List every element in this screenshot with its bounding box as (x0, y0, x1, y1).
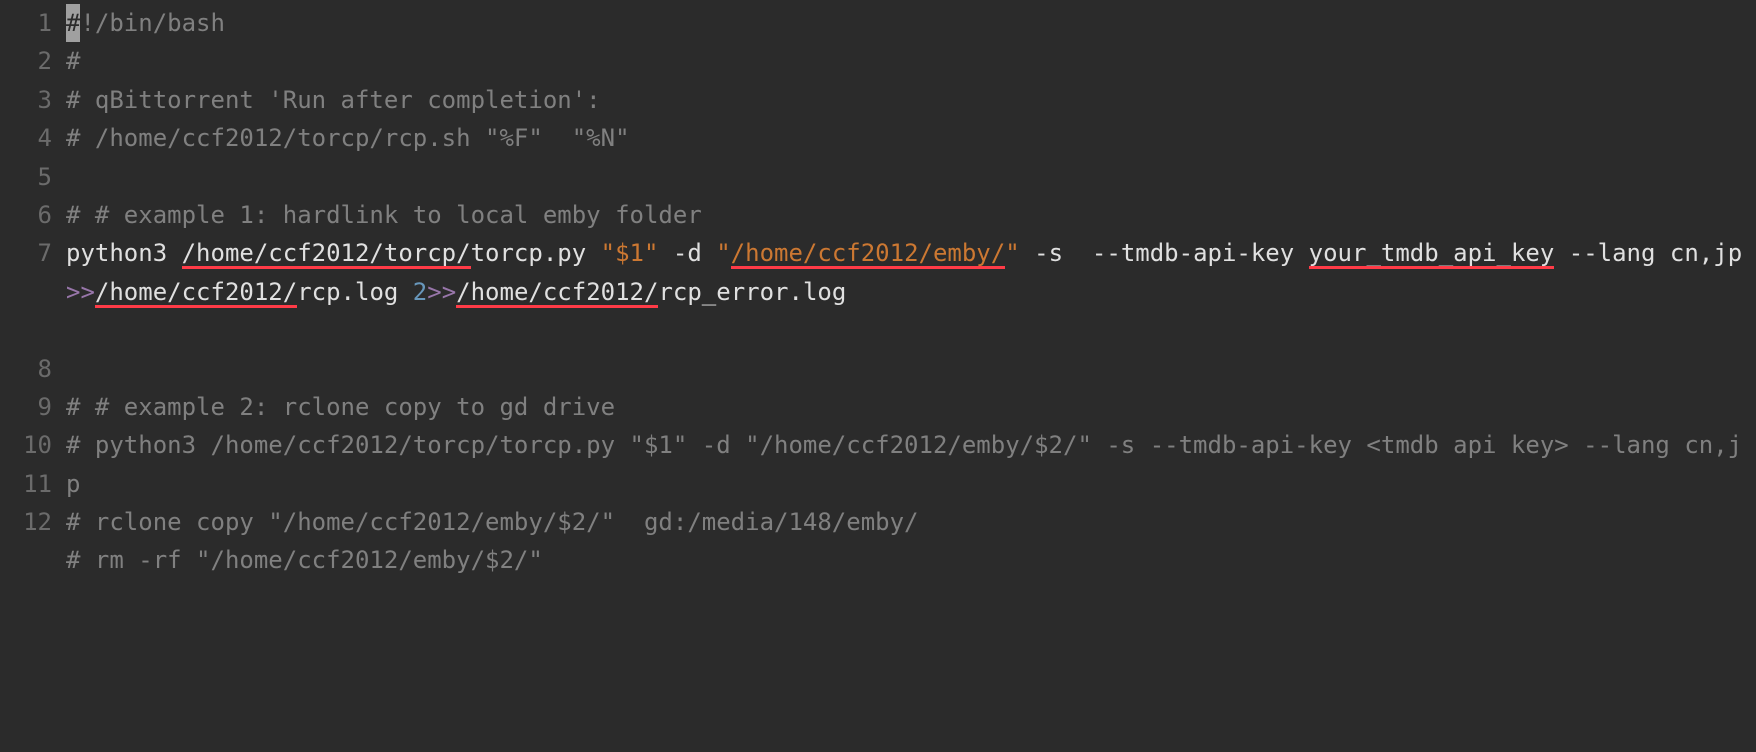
underlined-path: /home/ccf2012/ (456, 278, 658, 306)
log-file: rcp.log (297, 278, 413, 306)
line-number-gutter: 1 2 3 4 5 6 7 8 9 10 11 12 (0, 4, 66, 752)
line-number: 9 (0, 388, 52, 426)
comment-text: # # example 1: hardlink to local emby fo… (66, 201, 702, 229)
code-line[interactable] (66, 158, 1746, 196)
script-name: torcp.py (471, 239, 601, 267)
code-editor[interactable]: 1 2 3 4 5 6 7 8 9 10 11 12 #!/bin/bash #… (0, 0, 1756, 752)
command-token: python3 (66, 239, 182, 267)
log-file: rcp_error.log (658, 278, 846, 306)
comment-text: # /home/ccf2012/torcp/rcp.sh "%F" "%N" (66, 124, 630, 152)
string-quote: " (1005, 239, 1019, 267)
line-number: 1 (0, 4, 52, 42)
code-line[interactable]: python3 /home/ccf2012/torcp/torcp.py "$1… (66, 234, 1746, 349)
line-number (0, 273, 52, 311)
code-line[interactable] (66, 350, 1746, 388)
code-line[interactable]: # /home/ccf2012/torcp/rcp.sh "%F" "%N" (66, 119, 1746, 157)
code-line[interactable]: # # example 1: hardlink to local emby fo… (66, 196, 1746, 234)
comment-text: # rm -rf "/home/ccf2012/emby/$2/" (66, 546, 543, 574)
underlined-path: /home/ccf2012/ (95, 278, 297, 306)
flag-token: --tmdb-api-key (1077, 239, 1308, 267)
string-token: "$1" (601, 239, 659, 267)
line-number: 11 (0, 465, 52, 503)
code-line[interactable]: # # example 2: rclone copy to gd drive (66, 388, 1746, 426)
line-number: 2 (0, 42, 52, 80)
comment-text: # # example 2: rclone copy to gd drive (66, 393, 615, 421)
shebang-text: !/bin/bash (80, 9, 225, 37)
comment-text: # qBittorrent 'Run after completion': (66, 86, 601, 114)
line-number: 5 (0, 158, 52, 196)
code-area[interactable]: #!/bin/bash # # qBittorrent 'Run after c… (66, 4, 1756, 752)
redirect-op: >> (66, 278, 95, 306)
code-line[interactable]: #!/bin/bash (66, 4, 1746, 42)
underlined-apikey: your_tmdb_api_key (1309, 239, 1555, 267)
fd-number: 2 (413, 278, 427, 306)
comment-text: # python3 /home/ccf2012/torcp/torcp.py "… (66, 431, 1742, 497)
line-number: 7 (0, 234, 52, 272)
line-number: 6 (0, 196, 52, 234)
line-number: 10 (0, 426, 52, 464)
flag-token: --lang (1554, 239, 1670, 267)
line-number: 4 (0, 119, 52, 157)
line-number: 12 (0, 503, 52, 541)
code-line[interactable]: # rm -rf "/home/ccf2012/emby/$2/" (66, 541, 1746, 579)
arg-token: cn,jp (1670, 239, 1756, 267)
line-number (0, 311, 52, 349)
redirect-op: >> (427, 278, 456, 306)
underlined-path: /home/ccf2012/emby/ (731, 239, 1006, 267)
line-number: 8 (0, 350, 52, 388)
code-line[interactable]: # (66, 42, 1746, 80)
line-number: 3 (0, 81, 52, 119)
comment-text: # rclone copy "/home/ccf2012/emby/$2/" g… (66, 508, 919, 536)
underlined-path: /home/ccf2012/torcp/ (182, 239, 471, 267)
flag-token: -s (1020, 239, 1078, 267)
comment-text: # (66, 47, 80, 75)
flag-token: -d (658, 239, 716, 267)
string-quote: " (716, 239, 730, 267)
code-line[interactable]: # python3 /home/ccf2012/torcp/torcp.py "… (66, 426, 1746, 503)
code-line[interactable]: # rclone copy "/home/ccf2012/emby/$2/" g… (66, 503, 1746, 541)
code-line[interactable]: # qBittorrent 'Run after completion': (66, 81, 1746, 119)
text-cursor: # (66, 4, 80, 42)
